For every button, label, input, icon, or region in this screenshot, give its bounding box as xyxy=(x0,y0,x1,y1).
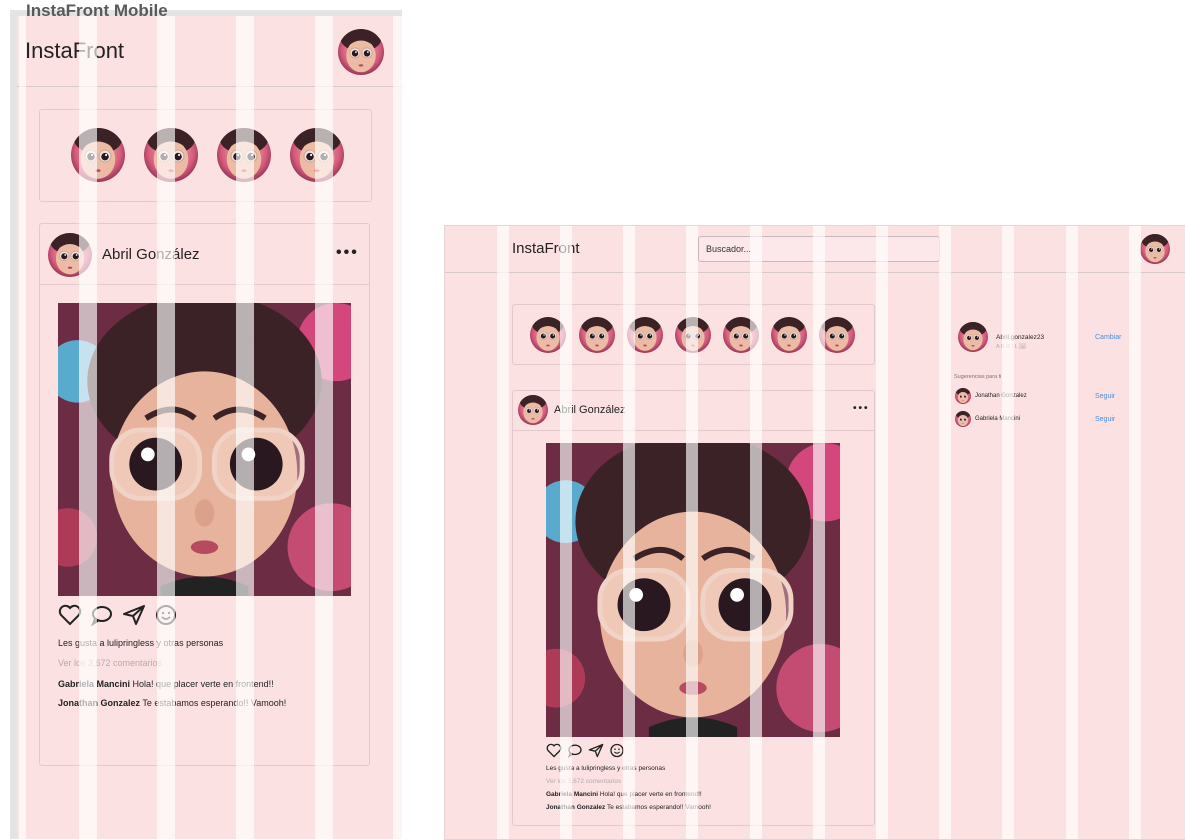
post-image xyxy=(546,443,840,737)
comment-user[interactable]: Jonathan Gonzalez xyxy=(58,698,140,708)
sidebar-user-avatar[interactable] xyxy=(958,322,988,352)
follow-link[interactable]: Seguir xyxy=(1095,416,1115,423)
sidebar-username[interactable]: Abril.gonzalez23 xyxy=(996,334,1044,341)
comment-text: Te estabamos esperando!! Vamooh! xyxy=(142,698,287,708)
post-actions xyxy=(58,604,178,631)
story-avatar[interactable] xyxy=(530,317,566,353)
mobile-profile-avatar[interactable] xyxy=(338,29,384,75)
mobile-app-title: InstaFront xyxy=(25,38,125,63)
story-avatar[interactable] xyxy=(144,128,198,182)
comment-text: Te estabamos esperando!! Vamooh! xyxy=(606,804,711,811)
more-icon[interactable]: ••• xyxy=(853,403,870,414)
story-avatar[interactable] xyxy=(675,317,711,353)
search-field[interactable] xyxy=(699,237,939,261)
mobile-header: InstaFront xyxy=(17,16,402,87)
comment-user[interactable]: Jonathan Gonzalez xyxy=(546,804,605,811)
switch-account-link[interactable]: Cambiar xyxy=(1095,334,1121,341)
story-avatar[interactable] xyxy=(723,317,759,353)
comment-row: Jonathan Gonzalez Te estabamos esperando… xyxy=(58,698,286,708)
post-image xyxy=(58,303,351,596)
comment-icon[interactable] xyxy=(567,743,583,763)
comment-text: Hola! que placer verte en frontend!! xyxy=(132,679,274,689)
smile-icon[interactable] xyxy=(609,743,625,763)
mobile-post: Abril González ••• Les gusta a lulipring… xyxy=(39,223,370,766)
desktop-stories xyxy=(512,304,875,365)
suggestions-title: Sugerencias para ti xyxy=(954,374,1002,380)
post-author-name[interactable]: Abril González xyxy=(554,404,626,416)
comment-row: Jonathan Gonzalez Te estabamos esperando… xyxy=(546,804,711,811)
follow-link[interactable]: Seguir xyxy=(1095,393,1115,400)
search-input[interactable] xyxy=(698,236,940,262)
comment-row: Gabriela Mancini Hola! que placer verte … xyxy=(546,791,702,798)
post-likes: Les gusta a lulipringless y otras person… xyxy=(58,638,224,648)
comment-row: Gabriela Mancini Hola! que placer verte … xyxy=(58,679,274,689)
smile-icon[interactable] xyxy=(154,604,178,631)
sidebar-subname: A B R I L 🖼 xyxy=(996,344,1027,350)
post-author-name[interactable]: Abril González xyxy=(102,246,200,263)
desktop-sidebar: Abril.gonzalez23 A B R I L 🖼 Cambiar Sug… xyxy=(950,322,1150,442)
post-header: Abril González ••• xyxy=(40,224,369,285)
more-icon[interactable]: ••• xyxy=(336,244,359,262)
suggestion-name[interactable]: Gabriela Mancini xyxy=(975,416,1020,422)
view-comments-link[interactable]: Ver los 3,672 comentarios xyxy=(58,658,162,668)
desktop-post: Abril González ••• Les gusta a lulipring… xyxy=(512,390,875,826)
story-avatar[interactable] xyxy=(771,317,807,353)
comment-text: Hola! que placer verte en frontend!! xyxy=(599,791,702,798)
send-icon[interactable] xyxy=(122,604,146,631)
mobile-stories xyxy=(39,109,372,202)
comment-icon[interactable] xyxy=(90,604,114,631)
post-header: Abril González ••• xyxy=(513,391,874,431)
suggestion-avatar[interactable] xyxy=(955,388,971,404)
heart-icon[interactable] xyxy=(546,743,562,763)
desktop-app-title: InstaFront xyxy=(512,240,580,257)
view-comments-link[interactable]: Ver los 3,672 comentarios xyxy=(546,778,621,785)
desktop-header: InstaFront xyxy=(445,226,1185,273)
mobile-frame: InstaFront Mobile InstaFront Abril Gonzá… xyxy=(10,1,402,839)
desktop-canvas: InstaFront Abril González ••• Les gusta … xyxy=(444,225,1185,840)
post-likes: Les gusta a lulipringless y otras person… xyxy=(546,765,666,772)
story-avatar[interactable] xyxy=(71,128,125,182)
comment-user[interactable]: Gabriela Mancini xyxy=(546,791,598,798)
story-avatar[interactable] xyxy=(627,317,663,353)
desktop-profile-avatar[interactable] xyxy=(1140,234,1170,264)
suggestion-avatar[interactable] xyxy=(955,411,971,427)
post-actions xyxy=(546,743,625,763)
suggestion-name[interactable]: Jonathan Gonzalez xyxy=(975,393,1027,399)
story-avatar[interactable] xyxy=(290,128,344,182)
story-avatar[interactable] xyxy=(819,317,855,353)
post-author-avatar[interactable] xyxy=(518,395,548,425)
mobile-canvas: InstaFront Abril González ••• Les gusta … xyxy=(17,16,402,839)
send-icon[interactable] xyxy=(588,743,604,763)
story-avatar[interactable] xyxy=(579,317,615,353)
heart-icon[interactable] xyxy=(58,604,82,631)
story-avatar[interactable] xyxy=(217,128,271,182)
comment-user[interactable]: Gabriela Mancini xyxy=(58,679,130,689)
post-author-avatar[interactable] xyxy=(48,233,92,277)
